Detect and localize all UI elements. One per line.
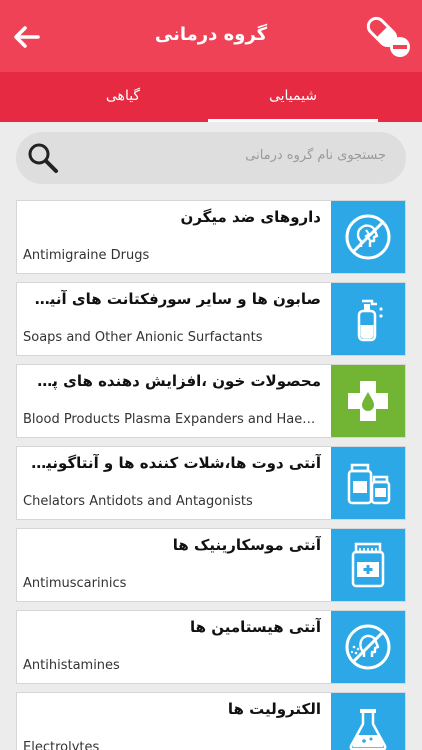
list-item[interactable]: الکترولیت ها Electrolytes bbox=[16, 692, 406, 750]
item-icon-tile bbox=[331, 529, 405, 601]
item-icon-tile bbox=[331, 447, 405, 519]
list-item[interactable]: داروهای ضد میگرن Antimigraine Drugs bbox=[16, 200, 406, 274]
item-icon-tile bbox=[331, 201, 405, 273]
item-title-en: Antihistamines bbox=[23, 658, 120, 673]
app-bar: گروه درمانی bbox=[0, 0, 422, 72]
item-title-fa: آنتی هیستامین ها bbox=[189, 618, 321, 636]
tab-bar: گیاهی شیمیایی bbox=[0, 72, 422, 122]
item-title-fa: آنتی دوت ها،شلات کننده ها و آنتاگونیست ه… bbox=[31, 454, 321, 472]
medical-cross-icon bbox=[348, 381, 388, 421]
pill-capsule-icon bbox=[366, 16, 410, 57]
item-title-en: Soaps and Other Anionic Surfactants bbox=[23, 330, 263, 345]
item-icon-tile bbox=[331, 365, 405, 437]
flask-icon bbox=[349, 709, 387, 750]
item-title-en: Electrolytes bbox=[23, 740, 100, 750]
search-bar[interactable]: جستجوی نام گروه درمانی bbox=[16, 132, 406, 184]
item-icon-tile bbox=[331, 693, 405, 750]
item-title-en: Blood Products Plasma Expanders and Hae… bbox=[23, 412, 316, 427]
soap-bottle-icon bbox=[357, 299, 383, 342]
item-title-fa: محصولات خون ،افزایش دهنده های پلاسم… bbox=[31, 372, 321, 390]
item-title-fa: داروهای ضد میگرن bbox=[180, 208, 321, 226]
item-icon-tile bbox=[331, 283, 405, 355]
page-title: گروه درمانی bbox=[154, 24, 268, 45]
medicine-bottle-icon bbox=[351, 542, 385, 588]
medicine-jars-icon bbox=[347, 463, 391, 505]
item-title-en: Chelators Antidots and Antagonists bbox=[23, 494, 253, 509]
list-item[interactable]: آنتی هیستامین ها Antihistamines bbox=[16, 610, 406, 684]
item-title-fa: صابون ها و سایر سورفکتانت های آنیونی bbox=[31, 290, 321, 308]
item-title-fa: آنتی موسکارینیک ها bbox=[172, 536, 321, 554]
tab-chemical[interactable]: شیمیایی bbox=[208, 72, 378, 122]
search-input[interactable]: جستجوی نام گروه درمانی bbox=[245, 148, 386, 163]
no-sneeze-icon bbox=[345, 624, 391, 670]
list-item[interactable]: محصولات خون ،افزایش دهنده های پلاسم… Blo… bbox=[16, 364, 406, 438]
tab-herbal[interactable]: گیاهی bbox=[38, 72, 208, 122]
search-icon[interactable] bbox=[26, 141, 60, 175]
item-icon-tile bbox=[331, 611, 405, 683]
item-title-en: Antimigraine Drugs bbox=[23, 248, 150, 263]
no-headache-icon bbox=[345, 214, 391, 260]
item-title-en: Antimuscarinics bbox=[23, 576, 127, 591]
list-item[interactable]: آنتی دوت ها،شلات کننده ها و آنتاگونیست ه… bbox=[16, 446, 406, 520]
item-title-fa: الکترولیت ها bbox=[227, 700, 321, 718]
list-item[interactable]: آنتی موسکارینیک ها Antimuscarinics bbox=[16, 528, 406, 602]
list-item[interactable]: صابون ها و سایر سورفکتانت های آنیونی Soa… bbox=[16, 282, 406, 356]
